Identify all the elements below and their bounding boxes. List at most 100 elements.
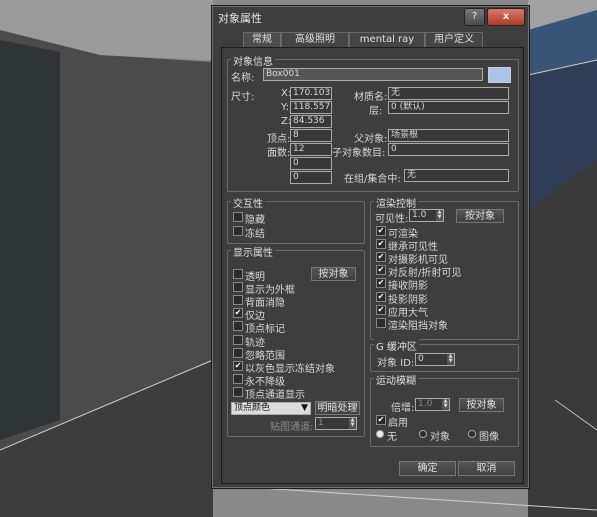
render-checkbox-label: 渲染阻挡对象 bbox=[388, 320, 448, 332]
display-checkbox-box[interactable] bbox=[233, 282, 243, 293]
name-field[interactable]: Box001 bbox=[263, 68, 483, 81]
visibility-value: 1.0 bbox=[412, 210, 427, 220]
spinner-arrows-icon[interactable]: ▲ ▼ bbox=[436, 210, 443, 221]
multiplier-spinner[interactable]: 1.0 ▲ ▼ bbox=[415, 398, 450, 411]
radio-none-dot[interactable] bbox=[376, 430, 384, 438]
tab-mental-ray[interactable]: mental ray bbox=[349, 32, 425, 47]
render-control-legend: 渲染控制 bbox=[374, 195, 418, 210]
enable-label: 启用 bbox=[388, 418, 408, 429]
vertices-label: 顶点: bbox=[267, 134, 291, 145]
display-checkbox-box[interactable] bbox=[233, 321, 243, 332]
object-id-spinner[interactable]: 0 ▲ ▼ bbox=[415, 353, 455, 366]
extra-value-2: 0 bbox=[290, 171, 332, 184]
name-label: 名称: bbox=[231, 73, 255, 84]
radio-image-dot[interactable] bbox=[468, 430, 476, 438]
motion-blur-by-object-button[interactable]: 按对象 bbox=[459, 398, 504, 412]
ok-button[interactable]: 确定 bbox=[399, 461, 456, 476]
radio-image-label: 图像 bbox=[479, 432, 499, 443]
visibility-label: 可见性: bbox=[375, 214, 409, 225]
render-checkbox-box[interactable]: ✔ bbox=[376, 278, 386, 289]
render-checkbox-box[interactable]: ✔ bbox=[376, 291, 386, 302]
tab-general[interactable]: 常规 bbox=[243, 32, 281, 47]
radio-object-dot[interactable] bbox=[419, 430, 427, 438]
spinner-arrows-icon[interactable]: ▲ ▼ bbox=[442, 399, 449, 410]
children-value: 0 bbox=[388, 143, 509, 156]
vertex-color-value: 顶点颜色 bbox=[234, 403, 271, 413]
close-button[interactable]: x bbox=[487, 8, 525, 26]
object-properties-dialog: 对象属性 ? x 常规 高级照明 mental ray 用户定义 对象信息 名称… bbox=[211, 5, 530, 489]
faces-label: 面数: bbox=[267, 148, 291, 159]
object-id-value: 0 bbox=[418, 354, 424, 364]
display-by-object-button[interactable]: 按对象 bbox=[311, 267, 356, 281]
render-checkbox-box[interactable]: ✔ bbox=[376, 304, 386, 315]
cancel-button[interactable]: 取消 bbox=[458, 461, 515, 476]
vertices-value: 8 bbox=[290, 129, 332, 142]
object-info-group: 对象信息 名称: Box001 尺寸: X: 170.103 Y: 118.55… bbox=[227, 53, 519, 192]
motion-blur-group: 运动模糊 倍增: 1.0 ▲ ▼ 按对象 ✔ 启用 无 对象 图像 bbox=[370, 372, 519, 447]
title-bar[interactable]: 对象属性 ? x bbox=[212, 6, 529, 28]
vertex-color-select[interactable]: 顶点颜色 ▼ bbox=[231, 402, 311, 415]
display-checkbox-box[interactable] bbox=[233, 373, 243, 384]
map-channel-spinner[interactable]: 1 ▲ ▼ bbox=[315, 417, 357, 430]
display-checkbox-box[interactable]: ✔ bbox=[233, 360, 243, 371]
hide-checkbox-box[interactable] bbox=[233, 212, 243, 222]
parent-value: 场景根 bbox=[388, 129, 509, 142]
display-checkbox-box[interactable] bbox=[233, 347, 243, 358]
layer-label: 层: bbox=[369, 106, 383, 117]
display-checkbox-box[interactable] bbox=[233, 386, 243, 397]
render-checkbox-box[interactable]: ✔ bbox=[376, 239, 386, 250]
extra-value-1: 0 bbox=[290, 157, 332, 170]
tab-advanced-lighting[interactable]: 高级照明 bbox=[281, 32, 349, 47]
display-checkbox-box[interactable] bbox=[233, 269, 243, 279]
gbuffer-legend: G 缓冲区 bbox=[374, 338, 419, 353]
size-label: 尺寸: bbox=[231, 92, 255, 103]
gbuffer-group: G 缓冲区 对象 ID: 0 ▲ ▼ bbox=[370, 338, 519, 372]
object-color-swatch[interactable] bbox=[488, 67, 511, 83]
shading-button[interactable]: 明暗处理 bbox=[315, 401, 360, 415]
group-label: 在组/集合中: bbox=[344, 174, 401, 185]
parent-label: 父对象: bbox=[354, 134, 388, 145]
layer-value: 0 (默认) bbox=[388, 101, 509, 114]
radio-none-label: 无 bbox=[387, 432, 397, 443]
display-checkbox-box[interactable]: ✔ bbox=[233, 308, 243, 319]
motion-blur-legend: 运动模糊 bbox=[374, 372, 418, 387]
render-by-object-button[interactable]: 按对象 bbox=[456, 209, 504, 223]
faces-value: 12 bbox=[290, 143, 332, 156]
radio-object-label: 对象 bbox=[430, 432, 450, 443]
display-properties-group: 显示属性 按对象 透明 显示为外框 背面消隐 ✔ 仅边 顶点标记 轨迹 忽略范围 ✔ 以灰色显示冻… bbox=[227, 244, 365, 437]
group-value: 无 bbox=[404, 169, 509, 182]
render-checkbox-box[interactable]: ✔ bbox=[376, 226, 386, 236]
interactivity-group: 交互性 隐藏 冻结 bbox=[227, 195, 365, 244]
display-checkbox-box[interactable] bbox=[233, 295, 243, 306]
render-checkbox-box[interactable]: ✔ bbox=[376, 252, 386, 263]
multiplier-value: 1.0 bbox=[418, 399, 433, 409]
freeze-label: 冻结 bbox=[245, 229, 265, 240]
hide-label: 隐藏 bbox=[245, 215, 265, 226]
material-value: 无 bbox=[388, 87, 509, 100]
general-panel: 对象信息 名称: Box001 尺寸: X: 170.103 Y: 118.55… bbox=[221, 47, 524, 484]
x-size-value: 170.103 bbox=[290, 87, 332, 100]
tab-user-defined[interactable]: 用户定义 bbox=[425, 32, 483, 47]
freeze-checkbox-box[interactable] bbox=[233, 226, 243, 236]
display-properties-legend: 显示属性 bbox=[231, 244, 275, 259]
render-checkbox-box[interactable]: ✔ bbox=[376, 265, 386, 276]
render-control-group: 渲染控制 可见性: 1.0 ▲ ▼ 按对象 ✔ 可渲染 ✔ 继承可见性 ✔ 对摄影机可见 ✔ 对… bbox=[370, 195, 519, 340]
dialog-title: 对象属性 bbox=[218, 12, 262, 25]
object-info-legend: 对象信息 bbox=[231, 53, 275, 68]
map-channel-value: 1 bbox=[318, 418, 324, 428]
display-checkbox-box[interactable] bbox=[233, 334, 243, 345]
visibility-spinner[interactable]: 1.0 ▲ ▼ bbox=[409, 209, 444, 222]
spinner-arrows-icon[interactable]: ▲ ▼ bbox=[349, 418, 356, 429]
help-button[interactable]: ? bbox=[464, 8, 485, 26]
object-id-label: 对象 ID: bbox=[377, 358, 415, 369]
interactivity-legend: 交互性 bbox=[231, 195, 265, 210]
y-label: Y: bbox=[281, 102, 290, 113]
enable-checkbox-box[interactable]: ✔ bbox=[376, 415, 386, 425]
spinner-arrows-icon[interactable]: ▲ ▼ bbox=[447, 354, 454, 365]
multiplier-label: 倍增: bbox=[391, 403, 415, 414]
render-checkbox-box[interactable] bbox=[376, 317, 386, 328]
z-size-value: 84.536 bbox=[290, 115, 332, 128]
material-label: 材质名: bbox=[354, 92, 388, 103]
children-label: 子对象数目: bbox=[332, 148, 386, 159]
map-channel-label: 贴图通道: bbox=[270, 422, 314, 433]
